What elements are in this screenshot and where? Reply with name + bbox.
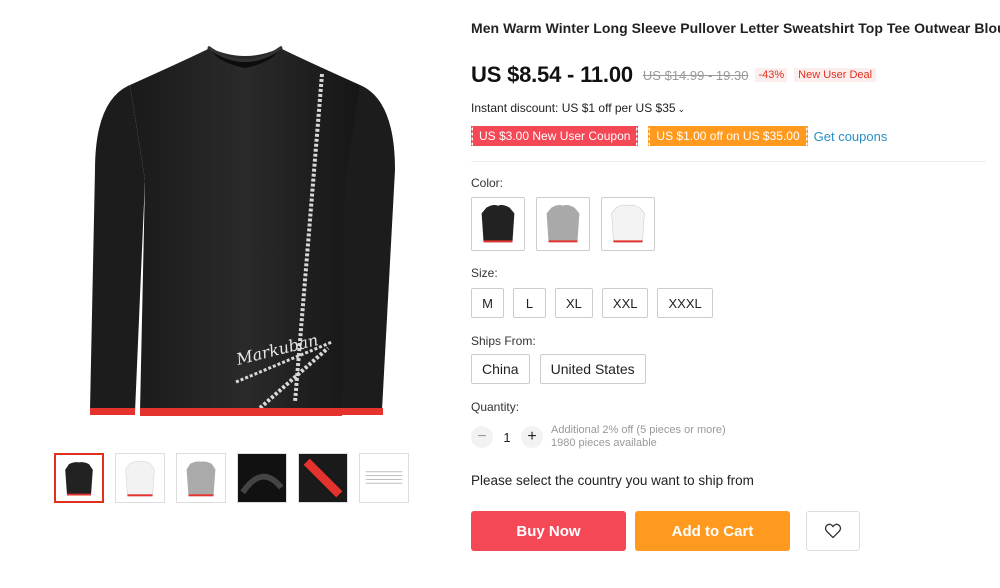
color-options bbox=[471, 197, 655, 251]
white-sweatshirt-thumb[interactable] bbox=[115, 453, 165, 503]
add-to-cart-button[interactable]: Add to Cart bbox=[635, 511, 790, 551]
quantity-notes: Additional 2% off (5 pieces or more) 198… bbox=[551, 424, 726, 450]
ship-country-message: Please select the country you want to sh… bbox=[471, 473, 754, 488]
size-chart-thumb[interactable] bbox=[359, 453, 409, 503]
store-coupon[interactable]: US $1.00 off on US $35.00 bbox=[647, 126, 808, 146]
bulk-discount-note: Additional 2% off (5 pieces or more) bbox=[551, 424, 726, 436]
color-option-white[interactable] bbox=[601, 197, 655, 251]
get-coupons-link[interactable]: Get coupons bbox=[814, 129, 888, 144]
size-options: M L XL XXL XXXL bbox=[471, 288, 713, 318]
divider bbox=[471, 161, 986, 162]
color-option-black[interactable] bbox=[471, 197, 525, 251]
action-buttons: Buy Now Add to Cart bbox=[471, 511, 860, 551]
color-option-gray[interactable] bbox=[536, 197, 590, 251]
gray-sweatshirt-thumb[interactable] bbox=[176, 453, 226, 503]
size-option-l[interactable]: L bbox=[513, 288, 546, 318]
size-label: Size: bbox=[471, 266, 498, 280]
color-label: Color: bbox=[471, 176, 504, 190]
instant-discount-text: Instant discount: US $1 off per US $35 bbox=[471, 101, 676, 115]
size-option-xl[interactable]: XL bbox=[555, 288, 593, 318]
quantity-value[interactable]: 1 bbox=[493, 430, 521, 445]
price-row: US $8.54 - 11.00 US $14.99 - 19.30 -43% … bbox=[471, 62, 877, 88]
main-product-image[interactable]: Markuban bbox=[60, 30, 430, 430]
new-user-deal-badge: New User Deal bbox=[794, 68, 877, 82]
quantity-stepper: − 1 + Additional 2% off (5 pieces or mor… bbox=[471, 424, 726, 450]
fabric-detail-thumb[interactable] bbox=[237, 453, 287, 503]
ships-from-china[interactable]: China bbox=[471, 354, 530, 384]
current-price: US $8.54 - 11.00 bbox=[471, 62, 633, 87]
minus-icon[interactable]: − bbox=[471, 426, 493, 448]
discount-badge: -43% bbox=[755, 68, 788, 82]
size-option-xxl[interactable]: XXL bbox=[601, 288, 649, 318]
instant-discount-dropdown[interactable]: Instant discount: US $1 off per US $35 ⌄ bbox=[471, 101, 685, 115]
red-hem-detail-thumb[interactable] bbox=[298, 453, 348, 503]
thumbnail-strip bbox=[54, 453, 409, 503]
quantity-label: Quantity: bbox=[471, 400, 520, 414]
product-title: Men Warm Winter Long Sleeve Pullover Let… bbox=[471, 20, 1000, 36]
size-option-xxxl[interactable]: XXXL bbox=[657, 288, 713, 318]
chevron-down-icon: ⌄ bbox=[677, 104, 686, 114]
stock-available-note: 1980 pieces available bbox=[551, 437, 657, 449]
wishlist-button[interactable] bbox=[806, 511, 860, 551]
heart-icon bbox=[824, 523, 842, 539]
ships-from-label: Ships From: bbox=[471, 334, 536, 348]
new-user-coupon[interactable]: US $3.00 New User Coupon bbox=[469, 126, 639, 146]
black-sweatshirt-image: Markuban bbox=[90, 45, 395, 416]
size-option-m[interactable]: M bbox=[471, 288, 504, 318]
coupon-row: US $3.00 New User Coupon US $1.00 off on… bbox=[469, 126, 888, 146]
plus-icon[interactable]: + bbox=[521, 426, 543, 448]
buy-now-button[interactable]: Buy Now bbox=[471, 511, 626, 551]
original-price: US $14.99 - 19.30 bbox=[642, 67, 749, 83]
ships-from-options: China United States bbox=[471, 354, 646, 384]
ships-from-united-states[interactable]: United States bbox=[539, 354, 646, 384]
black-sweatshirt-thumb[interactable] bbox=[54, 453, 104, 503]
